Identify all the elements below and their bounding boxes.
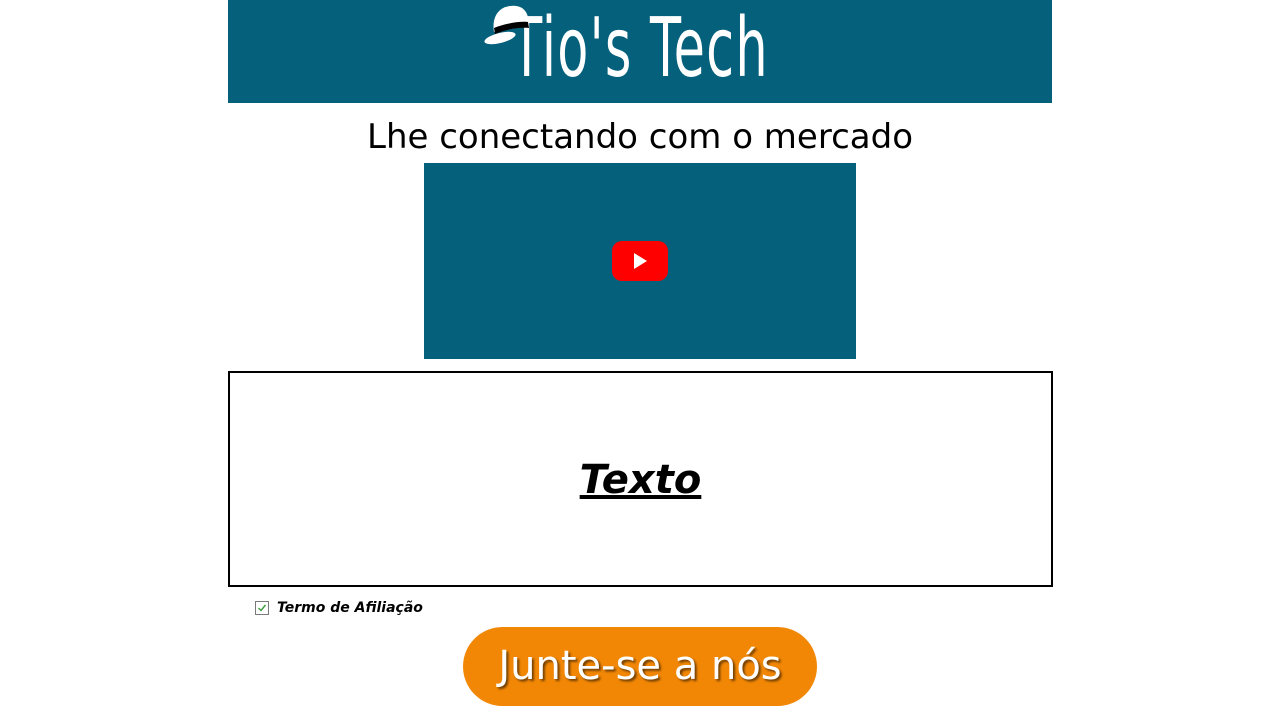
affiliation-terms[interactable]: Termo de Afiliação bbox=[255, 598, 423, 618]
brand-logo-text: Tio's Tech bbox=[511, 1, 769, 96]
header-banner: Tio's Tech bbox=[228, 0, 1052, 103]
terms-checkbox[interactable] bbox=[255, 601, 269, 615]
video-player[interactable] bbox=[424, 163, 856, 359]
youtube-play-icon[interactable] bbox=[612, 241, 668, 281]
content-text-box: Texto bbox=[228, 371, 1053, 587]
landing-page: Tio's Tech Lhe conectando com o mercado … bbox=[0, 0, 1280, 720]
tagline: Lhe conectando com o mercado bbox=[367, 117, 913, 157]
content-text-label: Texto bbox=[579, 457, 702, 503]
join-us-button[interactable]: Junte-se a nós bbox=[463, 627, 817, 706]
checkmark-icon bbox=[258, 604, 267, 612]
fedora-hat-icon bbox=[484, 5, 529, 45]
terms-label: Termo de Afiliação bbox=[277, 600, 423, 616]
